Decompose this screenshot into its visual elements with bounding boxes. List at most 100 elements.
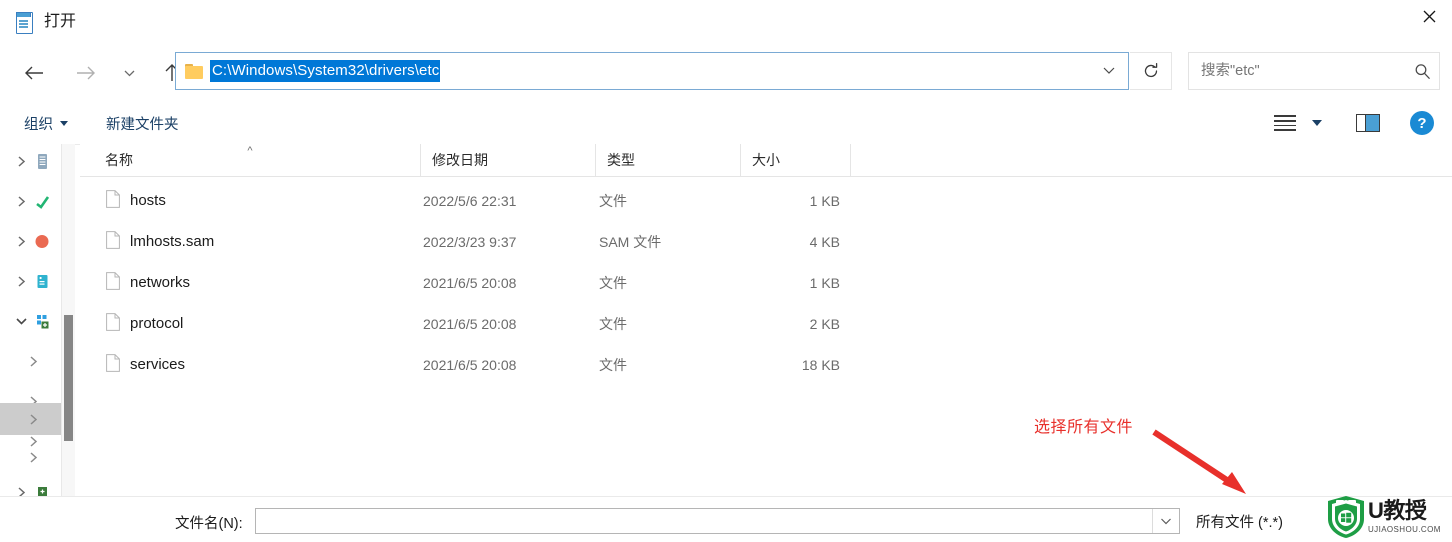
- watermark: U教授 UJIAOSHOU.COM: [1326, 492, 1452, 541]
- file-type-filter-value: 所有文件 (*.*): [1196, 514, 1283, 531]
- sidebar-item-6[interactable]: [24, 348, 62, 375]
- chevron-right-icon[interactable]: [24, 355, 42, 368]
- document-list-icon: [34, 153, 51, 170]
- chevron-right-icon[interactable]: [12, 195, 30, 208]
- column-header-name[interactable]: ^ 名称: [80, 144, 420, 176]
- organize-label: 组织: [24, 116, 53, 133]
- sort-ascending-icon: ^: [247, 145, 253, 157]
- sidebar-item-4[interactable]: [12, 268, 62, 295]
- file-list: ^ 名称 修改日期 类型 大小 hosts 2022/5/6 22:31 文件 …: [80, 144, 1452, 496]
- file-icon: [106, 190, 120, 208]
- column-header-type-label: 类型: [607, 152, 635, 168]
- table-row[interactable]: lmhosts.sam 2022/3/23 9:37 SAM 文件 4 KB: [80, 221, 1452, 262]
- view-chevron-down-icon[interactable]: [1312, 120, 1322, 126]
- notepad-icon: [14, 11, 34, 34]
- watermark-text: U教授 UJIAOSHOU.COM: [1368, 497, 1441, 534]
- column-header-size[interactable]: 大小: [740, 144, 850, 176]
- file-name: networks: [130, 274, 191, 291]
- table-row[interactable]: hosts 2022/5/6 22:31 文件 1 KB: [80, 180, 1452, 221]
- filename-chevron-down-icon[interactable]: [1152, 509, 1179, 533]
- table-row[interactable]: services 2021/6/5 20:08 文件 18 KB: [80, 344, 1452, 385]
- chevron-right-icon[interactable]: [12, 275, 30, 288]
- file-name: lmhosts.sam: [130, 233, 215, 250]
- table-row[interactable]: protocol 2021/6/5 20:08 文件 2 KB: [80, 303, 1452, 344]
- file-date: 2021/6/5 20:08: [423, 356, 517, 373]
- teal-drive-icon: [34, 273, 51, 290]
- column-header-spacer: [850, 144, 862, 176]
- file-type: 文件: [599, 274, 627, 291]
- navigation-sidebar[interactable]: [0, 144, 62, 496]
- file-name: services: [130, 356, 186, 373]
- address-chevron-down-icon[interactable]: [1102, 62, 1116, 80]
- file-icon: [106, 231, 120, 249]
- file-type: 文件: [599, 192, 627, 209]
- filename-label: 文件名(N):: [175, 516, 243, 532]
- file-date: 2021/6/5 20:08: [423, 274, 517, 291]
- chevron-right-icon[interactable]: [24, 451, 42, 464]
- file-date: 2022/5/6 22:31: [423, 192, 517, 209]
- chevron-right-icon[interactable]: [24, 413, 42, 426]
- folder-icon: [185, 63, 203, 79]
- search-input[interactable]: [1199, 62, 1405, 80]
- search-box[interactable]: [1188, 52, 1440, 90]
- file-icon: [106, 313, 120, 331]
- file-type: 文件: [599, 356, 627, 373]
- chevron-right-icon[interactable]: [12, 486, 30, 496]
- file-icon: [106, 272, 120, 290]
- sidebar-item-11[interactable]: [12, 479, 62, 496]
- filename-field[interactable]: [255, 508, 1180, 534]
- organize-button[interactable]: 组织: [24, 113, 68, 134]
- column-header-date[interactable]: 修改日期: [420, 144, 595, 176]
- column-headers: ^ 名称 修改日期 类型 大小: [80, 144, 1452, 177]
- address-bar[interactable]: C:\Windows\System32\drivers\etc: [175, 52, 1129, 90]
- window-title: 打开: [44, 13, 77, 30]
- chevron-down-icon[interactable]: [12, 317, 30, 326]
- back-button[interactable]: [14, 54, 54, 92]
- orange-circle-icon: [34, 233, 51, 250]
- chevron-right-icon[interactable]: [12, 155, 30, 168]
- annotation-text: 选择所有文件: [1034, 419, 1134, 436]
- column-header-date-label: 修改日期: [432, 152, 488, 168]
- file-size: 18 KB: [801, 356, 840, 373]
- green-drive-icon: [34, 484, 51, 496]
- column-header-type[interactable]: 类型: [595, 144, 740, 176]
- sidebar-item-9-selected[interactable]: [0, 403, 62, 435]
- file-name: hosts: [130, 192, 166, 209]
- this-pc-icon: [34, 313, 51, 330]
- watermark-domain: UJIAOSHOU.COM: [1368, 524, 1441, 534]
- refresh-button[interactable]: [1130, 52, 1172, 90]
- help-icon[interactable]: ?: [1410, 111, 1434, 135]
- new-folder-label: 新建文件夹: [106, 116, 179, 133]
- command-bar: 组织 新建文件夹 ?: [0, 102, 1452, 145]
- file-name: protocol: [130, 315, 184, 332]
- file-type: 文件: [599, 315, 627, 332]
- new-folder-button[interactable]: 新建文件夹: [106, 113, 179, 134]
- file-size: 4 KB: [809, 233, 840, 250]
- chevron-down-icon: [60, 120, 68, 126]
- filename-input[interactable]: [261, 512, 1152, 530]
- refresh-icon: [1144, 62, 1157, 78]
- chevron-right-icon[interactable]: [12, 235, 30, 248]
- watermark-brand: U教授: [1368, 497, 1427, 523]
- file-size: 2 KB: [809, 315, 840, 332]
- sidebar-item-2[interactable]: [12, 188, 62, 215]
- preview-pane-icon[interactable]: [1356, 114, 1380, 132]
- sidebar-item-3[interactable]: [12, 228, 62, 255]
- table-row[interactable]: networks 2021/6/5 20:08 文件 1 KB: [80, 262, 1452, 303]
- address-path-text: C:\Windows\System32\drivers\etc: [210, 59, 441, 83]
- sidebar-item-10[interactable]: [24, 444, 62, 471]
- file-date: 2022/3/23 9:37: [423, 233, 517, 250]
- list-view-icon[interactable]: [1274, 115, 1300, 131]
- green-check-icon: [34, 193, 51, 210]
- search-icon[interactable]: [1405, 53, 1439, 89]
- sidebar-item-1[interactable]: [12, 148, 62, 175]
- command-bar-right: ?: [1274, 111, 1434, 135]
- file-date: 2021/6/5 20:08: [423, 315, 517, 332]
- recent-locations-button[interactable]: [114, 54, 144, 92]
- column-header-name-label: 名称: [105, 152, 133, 168]
- file-size: 1 KB: [809, 192, 840, 209]
- forward-button[interactable]: [66, 54, 106, 92]
- sidebar-scrollbar-thumb[interactable]: [64, 315, 73, 441]
- sidebar-item-5[interactable]: [12, 308, 62, 335]
- close-button[interactable]: [1406, 0, 1452, 32]
